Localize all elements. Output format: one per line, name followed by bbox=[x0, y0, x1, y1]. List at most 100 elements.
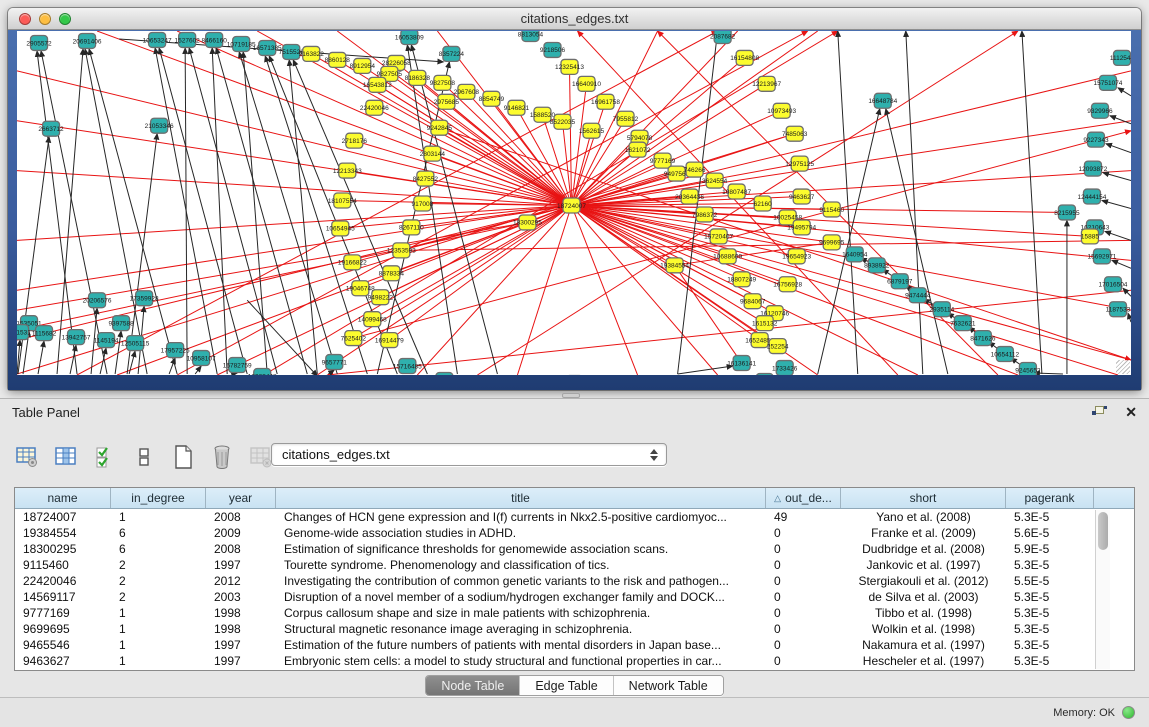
graph-node[interactable]: 9218506 bbox=[540, 42, 566, 57]
graph-node[interactable]: 9329966 bbox=[1087, 103, 1113, 118]
graph-node[interactable]: 15885 bbox=[1081, 229, 1099, 244]
graph-node[interactable]: 3624554 bbox=[702, 173, 728, 188]
graph-node[interactable]: 9227343 bbox=[1083, 132, 1109, 147]
graph-node[interactable]: 16640910 bbox=[572, 76, 601, 91]
table-row[interactable]: 977716911998Corpus callosum shape and si… bbox=[15, 605, 1134, 621]
graph-node[interactable] bbox=[756, 374, 773, 375]
column-header-title[interactable]: title bbox=[276, 488, 766, 508]
graph-node[interactable]: 2718176 bbox=[342, 133, 368, 148]
table-vertical-scrollbar[interactable] bbox=[1095, 510, 1110, 669]
table-row[interactable]: 969969511998Structural magnetic resonanc… bbox=[15, 621, 1134, 637]
graph-node[interactable]: 8471626 bbox=[970, 331, 996, 346]
graph-node[interactable]: 10973493 bbox=[767, 103, 796, 118]
graph-node[interactable]: 16136141 bbox=[727, 356, 756, 371]
graph-node[interactable]: 20691406 bbox=[73, 33, 102, 48]
graph-node[interactable]: 10653247 bbox=[143, 32, 172, 47]
graph-node[interactable]: 9115460 bbox=[819, 202, 844, 217]
table-row[interactable]: 1938455462009Genome-wide association stu… bbox=[15, 525, 1134, 541]
graph-node[interactable]: 12444154 bbox=[1078, 189, 1107, 204]
graph-node[interactable]: 746266 bbox=[684, 162, 706, 177]
graph-node[interactable]: 2087682 bbox=[710, 31, 736, 43]
graph-node[interactable]: 2663712 bbox=[38, 121, 64, 136]
graph-node[interactable]: 13942757 bbox=[62, 330, 91, 345]
network-canvas[interactable]: 18724007 2905572 20691406 10653247 15276… bbox=[17, 31, 1131, 375]
graph-node[interactable]: 12213343 bbox=[333, 163, 362, 178]
float-panel-icon[interactable] bbox=[1092, 406, 1107, 419]
graph-node[interactable]: 9245652 bbox=[1015, 363, 1041, 375]
graph-node[interactable]: 12353593 bbox=[387, 243, 416, 258]
graph-node[interactable]: 15716485 bbox=[393, 359, 422, 374]
graph-node[interactable]: 917008 bbox=[412, 196, 434, 211]
graph-node[interactable]: 16053809 bbox=[395, 31, 424, 44]
graph-node[interactable]: 12213967 bbox=[752, 76, 781, 91]
graph-node[interactable]: 1187533 bbox=[1106, 302, 1131, 317]
graph-node[interactable]: 10958107 bbox=[187, 351, 216, 366]
graph-node[interactable]: 8215955 bbox=[1054, 205, 1080, 220]
graph-node[interactable]: 1145194 bbox=[94, 333, 119, 348]
graph-node[interactable]: 252254 bbox=[767, 339, 789, 354]
table-settings-icon[interactable] bbox=[14, 444, 40, 470]
graph-node[interactable]: 17016504 bbox=[1099, 277, 1128, 292]
graph-node[interactable]: 1527602 bbox=[175, 32, 201, 47]
graph-node[interactable]: 8854749 bbox=[479, 91, 505, 106]
graph-node[interactable]: 7955812 bbox=[613, 111, 639, 126]
graph-node[interactable]: 16154808 bbox=[730, 50, 759, 65]
citation-graph[interactable]: 18724007 2905572 20691406 10653247 15276… bbox=[17, 31, 1131, 375]
graph-node[interactable]: 9146821 bbox=[504, 100, 530, 115]
select-all-icon[interactable] bbox=[92, 444, 118, 470]
graph-node[interactable]: 1562615 bbox=[579, 123, 605, 138]
close-panel-icon[interactable]: ✕ bbox=[1125, 405, 1137, 419]
graph-node[interactable]: 9397588 bbox=[108, 316, 134, 331]
resize-grip[interactable] bbox=[1116, 360, 1130, 374]
graph-node[interactable]: 15692971 bbox=[1088, 249, 1117, 264]
window-titlebar[interactable]: citations_edges.txt bbox=[8, 8, 1141, 30]
column-header-name[interactable]: name bbox=[15, 488, 111, 508]
graph-node[interactable]: 8938922 bbox=[864, 258, 890, 273]
panel-divider-handle[interactable] bbox=[562, 393, 580, 398]
delete-table-icon[interactable] bbox=[209, 444, 235, 470]
table-selector-dropdown[interactable]: citations_edges.txt bbox=[271, 443, 667, 466]
graph-node[interactable]: 8813054 bbox=[518, 31, 544, 41]
graph-node[interactable]: 10654112 bbox=[991, 347, 1020, 362]
show-columns-icon[interactable] bbox=[53, 444, 79, 470]
graph-node[interactable]: 6879197 bbox=[887, 274, 913, 289]
graph-node[interactable]: 17957225 bbox=[161, 343, 190, 358]
graph-node[interactable]: 18107554 bbox=[328, 193, 357, 208]
graph-node[interactable]: 1733426 bbox=[772, 361, 798, 375]
column-header-pagerank[interactable]: pagerank bbox=[1006, 488, 1094, 508]
graph-node[interactable]: 9657771 bbox=[322, 355, 348, 370]
column-header-year[interactable]: year bbox=[206, 488, 276, 508]
graph-node[interactable]: 2935114 bbox=[929, 302, 954, 317]
graph-node[interactable]: 7632621 bbox=[950, 316, 976, 331]
column-header-short[interactable]: short bbox=[841, 488, 1006, 508]
table-row[interactable]: 1830029562008Estimation of significance … bbox=[15, 541, 1134, 557]
graph-node[interactable]: 8267110 bbox=[399, 220, 424, 235]
graph-node[interactable]: 1115682 bbox=[32, 326, 57, 341]
column-header-in-degree[interactable]: in_degree bbox=[111, 488, 206, 508]
column-header-out-degree[interactable]: △out_de... bbox=[766, 488, 841, 508]
graph-node[interactable]: 8878334 bbox=[379, 266, 405, 281]
table-row[interactable]: 1872400712008Changes of HCN gene express… bbox=[15, 509, 1134, 525]
rows-icon[interactable] bbox=[131, 444, 157, 470]
tab-edge-table[interactable]: Edge Table bbox=[520, 676, 613, 695]
graph-node[interactable]: 21053346 bbox=[145, 118, 174, 133]
graph-node[interactable] bbox=[436, 373, 453, 375]
table-row[interactable]: 1456911722003Disruption of a novel membe… bbox=[15, 589, 1134, 605]
table-row[interactable]: 946362711997Embryonic stem cells: a mode… bbox=[15, 653, 1134, 669]
graph-node[interactable]: 12325413 bbox=[555, 59, 584, 74]
graph-node[interactable]: 10654945 bbox=[326, 221, 355, 236]
graph-node[interactable]: 14099468 bbox=[358, 312, 387, 327]
graph-node[interactable]: 2975685 bbox=[434, 94, 460, 109]
graph-node[interactable]: 10719185 bbox=[227, 36, 256, 51]
graph-node[interactable]: 2905572 bbox=[26, 35, 52, 50]
graph-node[interactable]: 2967608 bbox=[454, 84, 480, 99]
graph-node[interactable]: 10807487 bbox=[722, 184, 751, 199]
graph-node[interactable]: 8466160 bbox=[202, 32, 228, 47]
graph-node[interactable]: 9463627 bbox=[789, 189, 815, 204]
table-row[interactable]: 2242004622012Investigating the contribut… bbox=[15, 573, 1134, 589]
graph-node[interactable]: 62160 bbox=[754, 196, 772, 211]
graph-node[interactable]: 7485063 bbox=[782, 126, 808, 141]
graph-node[interactable]: 9498222 bbox=[368, 290, 394, 305]
tab-node-table[interactable]: Node Table bbox=[426, 676, 520, 695]
graph-node[interactable]: 8357224 bbox=[439, 46, 465, 61]
